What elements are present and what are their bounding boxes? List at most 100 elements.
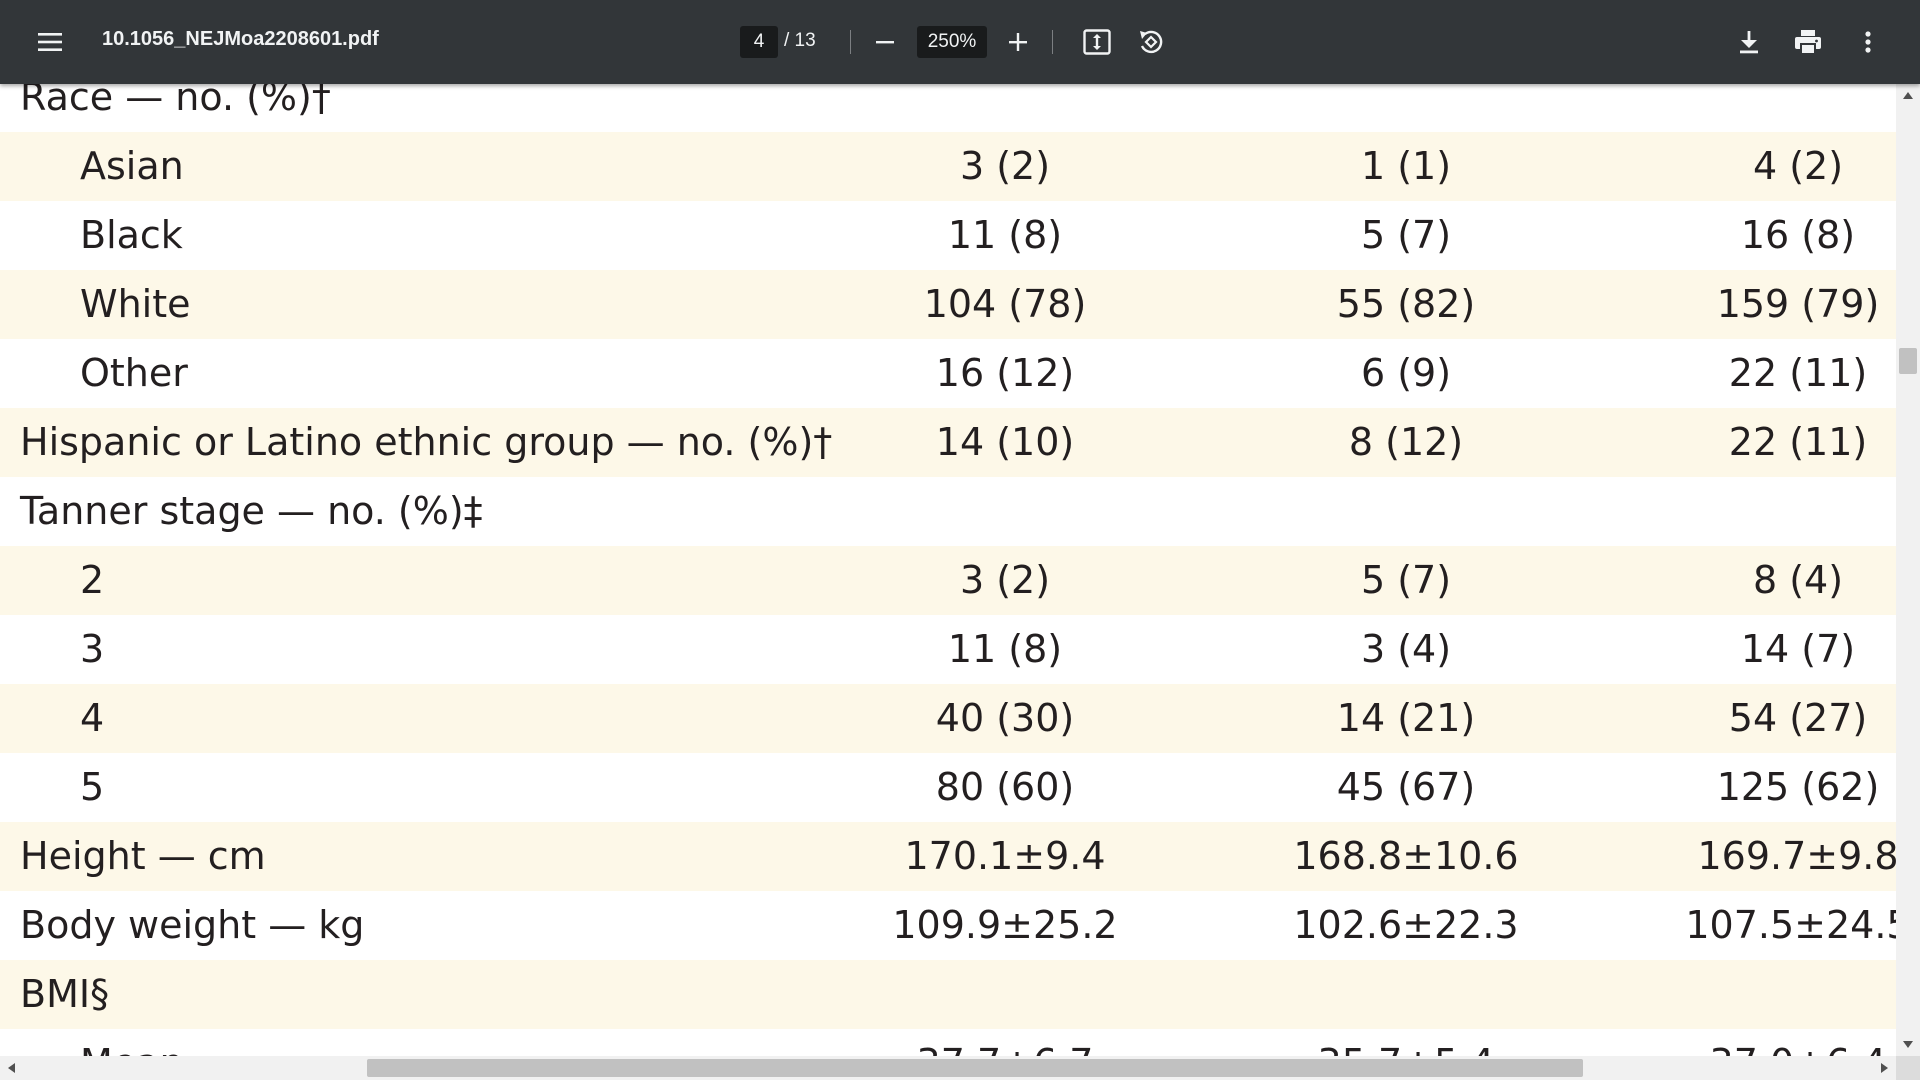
hamburger-menu-icon [38,32,62,52]
table-row: Height — cm 170.1±9.4 168.8±10.6 169.7±9.8 [0,822,1896,891]
cell-value-col3: 14 (7) [1740,627,1856,671]
page-total: / 13 [784,30,816,51]
table-row: 2 3 (2) 5 (7) 8 (4) [0,546,1896,615]
table-row: BMI§ [0,960,1896,1029]
cell-value-col3: 107.5±24.5 [1685,903,1896,947]
cell-value-col2 [1206,960,1606,1029]
table-row: White 104 (78) 55 (82) 159 (79) [0,270,1896,339]
cell-value-col2: 8 (12) [1348,420,1464,464]
table-row: Other 16 (12) 6 (9) 22 (11) [0,339,1896,408]
zoom-out-button[interactable] [865,22,905,62]
cell-value-col3: 16 (8) [1740,213,1856,257]
cell-value-col3: 37.0±6.4 [1598,1029,1896,1056]
table-row: Race — no. (%)† [0,84,1896,132]
cell-value-col2: 14 (21) [1336,696,1476,740]
row-label: BMI§ [20,972,110,1016]
cell-value-col2: 55 (82) [1336,282,1476,326]
file-title: 10.1056_NEJMoa2208601.pdf [102,28,379,50]
table-row: Body weight — kg 109.9±25.2 102.6±22.3 107.… [0,891,1896,960]
cell-value-col3: 159 (79) [1716,282,1880,326]
cell-value-col3 [1598,960,1896,1029]
download-icon [1738,30,1760,54]
page-number-input[interactable]: 4 [740,26,778,58]
scrollbar-corner [1896,1056,1920,1080]
row-label: 4 [80,696,105,740]
cell-value-col1: 3 (2) [959,558,1051,602]
fit-to-page-button[interactable] [1077,22,1117,62]
cell-value-col3: 125 (62) [1716,765,1880,809]
row-label: Mean [80,1029,184,1056]
cell-value-col1: 11 (8) [947,213,1063,257]
cell-value-col3: 22 (11) [1728,420,1868,464]
table-row: Black 11 (8) 5 (7) 16 (8) [0,201,1896,270]
vertical-scroll-thumb[interactable] [1899,348,1917,374]
cell-value-col1: 104 (78) [923,282,1087,326]
download-button[interactable] [1729,22,1769,62]
row-label: 2 [80,558,105,602]
cell-value-col1: 40 (30) [935,696,1075,740]
cell-value-col2: 45 (67) [1336,765,1476,809]
more-options-button[interactable] [1848,22,1888,62]
fit-to-page-icon [1083,29,1111,55]
horizontal-scroll-thumb[interactable] [367,1059,1583,1077]
zoom-in-button[interactable] [998,22,1038,62]
cell-value-col2: 1 (1) [1360,144,1452,188]
zoom-level-input[interactable]: 250% [917,26,987,58]
cell-value-col1 [805,477,1205,546]
rotate-counterclockwise-icon [1137,28,1165,56]
scroll-right-icon[interactable] [1881,1063,1888,1073]
menu-button[interactable] [30,22,70,62]
minus-icon [875,32,895,52]
cell-value-col1 [805,960,1205,1029]
cell-value-col1: 14 (10) [935,420,1075,464]
table-row: Tanner stage — no. (%)‡ [0,477,1896,546]
table-row: 4 40 (30) 14 (21) 54 (27) [0,684,1896,753]
row-label: White [80,282,191,326]
plus-icon [1008,32,1028,52]
toolbar-divider [1052,30,1053,54]
pdf-viewport[interactable]: Race — no. (%)† Asian 3 (2) 1 (1) 4 (2) Blac… [0,84,1896,1056]
cell-value-col3: 8 (4) [1752,558,1844,602]
cell-value-col2: 3 (4) [1360,627,1452,671]
row-label: Body weight — kg [20,903,365,947]
rotate-button[interactable] [1131,22,1171,62]
row-label: 3 [80,627,105,671]
cell-value-col1: 11 (8) [947,627,1063,671]
cell-value-col1: 109.9±25.2 [892,903,1118,947]
cell-value-col1: 3 (2) [959,144,1051,188]
cell-value-col3: 4 (2) [1752,144,1844,188]
row-label: Race — no. (%)† [20,84,331,119]
cell-value-col1: 16 (12) [935,351,1075,395]
vertical-scrollbar[interactable] [1896,84,1920,1056]
cell-value-col2: 5 (7) [1360,213,1452,257]
print-icon [1794,29,1822,55]
row-label: Hispanic or Latino ethnic group — no. (%… [20,420,833,464]
row-label: Height — cm [20,834,266,878]
print-button[interactable] [1788,22,1828,62]
toolbar-divider [850,30,851,54]
horizontal-scrollbar[interactable] [0,1056,1896,1080]
scroll-down-icon[interactable] [1903,1041,1913,1048]
cell-value-col1: 170.1±9.4 [904,834,1106,878]
row-label: 5 [80,765,105,809]
scroll-left-icon[interactable] [8,1063,15,1073]
cell-value-col2: 6 (9) [1360,351,1452,395]
cell-value-col1: 80 (60) [935,765,1075,809]
table-row: 3 11 (8) 3 (4) 14 (7) [0,615,1896,684]
cell-value-col3: 22 (11) [1728,351,1868,395]
row-label: Asian [80,144,184,188]
row-label: Tanner stage — no. (%)‡ [20,489,483,533]
cell-value-col3: 54 (27) [1728,696,1868,740]
cell-value-col2: 5 (7) [1360,558,1452,602]
scroll-up-icon[interactable] [1903,92,1913,99]
cell-value-col2: 102.6±22.3 [1293,903,1519,947]
table-row: Mean 37.7±6.735.7±5.437.0±6.4 [0,1029,1896,1056]
cell-value-col2: 168.8±10.6 [1293,834,1519,878]
cell-value-col1: 37.7±6.7 [805,1029,1205,1056]
pdf-toolbar: 10.1056_NEJMoa2208601.pdf 4 / 13 250% [0,0,1920,84]
cell-value-col2: 35.7±5.4 [1206,1029,1606,1056]
table-row: 5 80 (60) 45 (67) 125 (62) [0,753,1896,822]
cell-value-col3: 169.7±9.8 [1697,834,1896,878]
demographics-table: Race — no. (%)† Asian 3 (2) 1 (1) 4 (2) Blac… [0,84,1896,1056]
table-row: Hispanic or Latino ethnic group — no. (%… [0,408,1896,477]
